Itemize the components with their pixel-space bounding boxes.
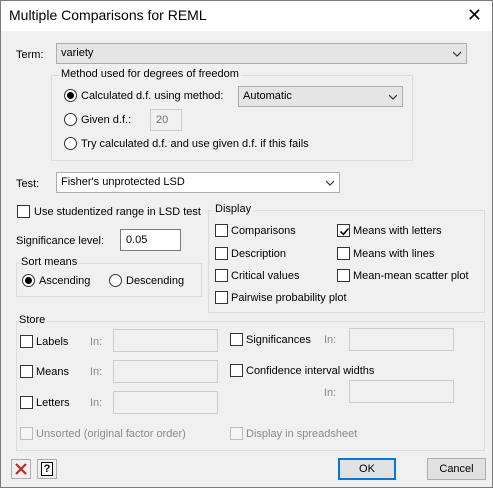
store-labels-input[interactable] (113, 329, 218, 352)
store-ci-widths-in-label: In: (324, 387, 337, 399)
chevron-down-icon (326, 180, 334, 186)
display-in-spreadsheet-checkbox[interactable] (230, 427, 243, 440)
means-with-letters-label: Means with letters (353, 225, 442, 237)
mean-mean-scatter-plot-label: Mean-mean scatter plot (353, 270, 469, 282)
dof-group-title: Method used for degrees of freedom (59, 68, 241, 81)
help-button[interactable]: ? (37, 459, 57, 479)
close-icon[interactable]: ✕ (467, 5, 482, 25)
description-label: Description (231, 248, 287, 260)
store-means-input[interactable] (113, 360, 218, 383)
store-ci-widths-checkbox[interactable] (230, 364, 243, 377)
store-ci-widths-label: Confidence interval widths (246, 365, 375, 377)
comparisons-checkbox[interactable] (215, 224, 228, 237)
help-icon: ? (41, 462, 53, 476)
store-means-checkbox[interactable] (20, 365, 33, 378)
try-calculated-label: Try calculated d.f. and use given d.f. i… (81, 138, 309, 150)
dof-method-dropdown[interactable]: Automatic (238, 86, 403, 107)
description-checkbox[interactable] (215, 247, 228, 260)
store-means-label: Means (36, 366, 70, 378)
ok-button[interactable]: OK (338, 458, 396, 480)
descending-radio[interactable] (109, 274, 122, 287)
store-labels-label: Labels (36, 336, 69, 348)
chevron-down-icon (389, 94, 397, 100)
store-ci-widths-input[interactable] (349, 380, 454, 403)
given-dof-radio[interactable] (64, 113, 77, 126)
pairwise-probability-plot-label: Pairwise probability plot (231, 292, 347, 304)
dialog-window: Multiple Comparisons for REML ✕ Term: va… (0, 0, 493, 488)
pairwise-probability-plot-checkbox[interactable] (215, 291, 228, 304)
store-letters-label: Letters (36, 397, 70, 409)
ascending-label: Ascending (39, 275, 91, 287)
store-labels-checkbox[interactable] (20, 335, 33, 348)
chevron-down-icon (453, 51, 461, 57)
try-calculated-radio[interactable] (64, 137, 77, 150)
title-bar: Multiple Comparisons for REML ✕ (1, 1, 492, 31)
term-label: Term: (16, 49, 44, 61)
term-dropdown[interactable]: variety (56, 43, 467, 64)
test-label: Test: (16, 178, 40, 190)
store-significances-label: Significances (246, 334, 311, 346)
descending-label: Descending (126, 275, 185, 287)
test-dropdown[interactable]: Fisher's unprotected LSD (56, 172, 340, 193)
critical-values-checkbox[interactable] (215, 269, 228, 282)
window-title: Multiple Comparisons for REML (9, 7, 207, 23)
term-value: variety (61, 47, 94, 59)
test-value: Fisher's unprotected LSD (61, 176, 185, 188)
red-cross-icon (15, 463, 27, 475)
store-significances-input[interactable] (349, 328, 454, 351)
given-dof-input[interactable]: 20 (150, 109, 182, 131)
means-with-lines-checkbox[interactable] (337, 247, 350, 260)
calculated-dof-label: Calculated d.f. using method: (81, 90, 224, 102)
calculated-dof-radio[interactable] (64, 89, 77, 102)
means-with-letters-checkbox[interactable] (337, 224, 350, 237)
comparisons-label: Comparisons (231, 225, 296, 237)
clear-button[interactable] (11, 459, 31, 479)
store-significances-in-label: In: (324, 334, 337, 346)
critical-values-label: Critical values (231, 270, 300, 282)
significance-input[interactable]: 0.05 (120, 229, 181, 251)
cancel-button[interactable]: Cancel (427, 458, 486, 480)
store-letters-input[interactable] (113, 391, 218, 414)
studentized-checkbox[interactable] (17, 205, 30, 218)
ascending-radio[interactable] (22, 274, 35, 287)
store-labels-in-label: In: (90, 336, 103, 348)
studentized-label: Use studentized range in LSD test (34, 206, 201, 218)
store-means-in-label: In: (90, 366, 103, 378)
store-group-title: Store (17, 314, 48, 327)
unsorted-label: Unsorted (original factor order) (36, 428, 186, 440)
sort-means-title: Sort means (19, 256, 80, 269)
store-significances-checkbox[interactable] (230, 333, 243, 346)
dof-method-value: Automatic (243, 90, 292, 102)
store-letters-in-label: In: (90, 397, 103, 409)
checkmark-icon (339, 227, 350, 236)
mean-mean-scatter-plot-checkbox[interactable] (337, 269, 350, 282)
given-dof-label: Given d.f.: (81, 114, 132, 126)
means-with-lines-label: Means with lines (353, 248, 435, 260)
store-letters-checkbox[interactable] (20, 396, 33, 409)
significance-label: Significance level: (16, 235, 105, 247)
display-group-title: Display (213, 203, 254, 216)
unsorted-checkbox[interactable] (20, 427, 33, 440)
display-in-spreadsheet-label: Display in spreadsheet (246, 428, 358, 440)
